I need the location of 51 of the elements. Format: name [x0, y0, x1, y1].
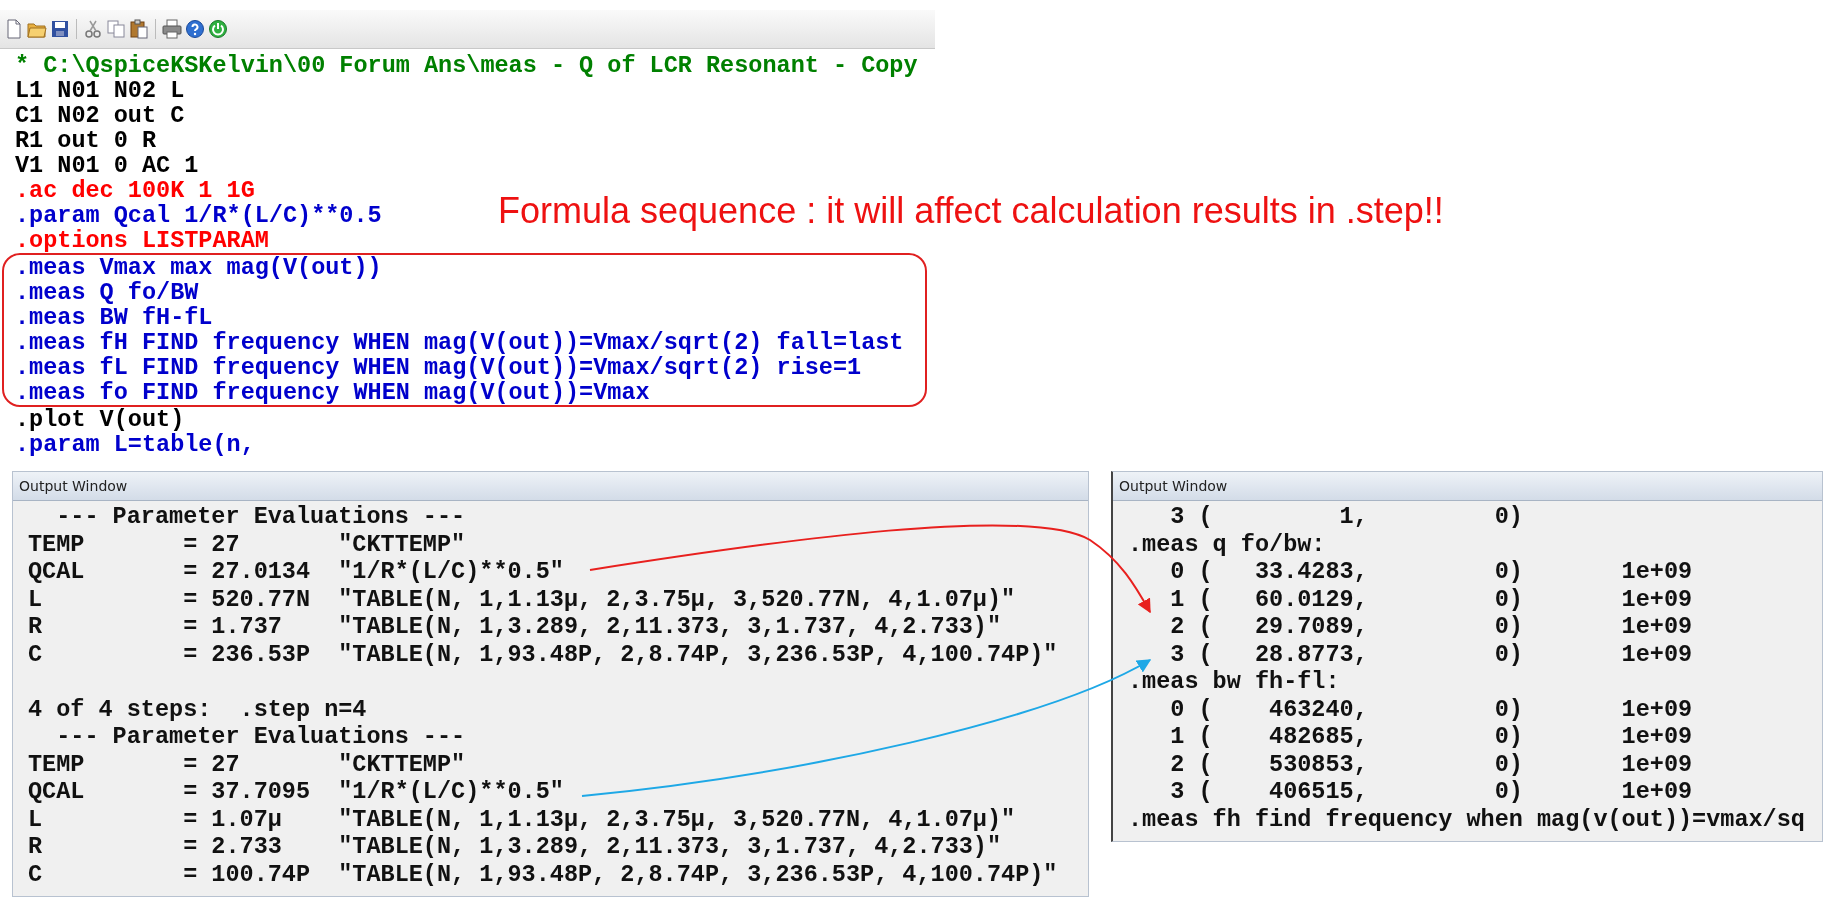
annotation-text: Formula sequence : it will affect calculation results in .step!!: [498, 190, 1444, 232]
code-line: L1 N01 N02 L: [15, 78, 185, 103]
output-line: 0 ( 33.4283, 0) 1e+09: [1169, 558, 1693, 586]
code-line: C1 N02 out C: [15, 103, 185, 128]
output-line: .meas fh find frequency when mag(v(out))=vmax/sq: [1128, 805, 1805, 833]
code-line: .meas Vmax max mag(V(out)): [15, 255, 382, 280]
output-line: R = 2.733 "TABLE(N, 1,3.289, 2,11.373, 3,1.737, 4,2.733)": [28, 833, 1002, 861]
window-title: Output Window: [13, 472, 1088, 501]
output-line: 3 ( 28.8773, 0) 1e+09: [1169, 640, 1693, 668]
output-line: 1 ( 482685, 0) 1e+09: [1169, 723, 1693, 751]
output-line: C = 236.53P "TABLE(N, 1,93.48P, 2,8.74P, 3,236.53P, 4,100.74P)": [28, 640, 1058, 668]
output-line: TEMP = 27 "CKTTEMP": [28, 750, 466, 778]
code-line: .options LISTPARAM: [15, 228, 269, 253]
output-line: C = 100.74P "TABLE(N, 1,93.48P, 2,8.74P, 3,236.53P, 4,100.74P)": [28, 860, 1058, 888]
output-line: QCAL = 27.0134 "1/R*(L/C)**0.5": [28, 558, 564, 586]
output-line: --- Parameter Evaluations ---: [55, 723, 466, 751]
code-line: .meas Q fo/BW: [15, 280, 199, 305]
code-line: * C:\QspiceKSKelvin\00 Forum Ans\meas - Q of LCR Resonant - Copy: [15, 53, 918, 78]
help-icon[interactable]: [185, 19, 205, 39]
output-line: 4 of 4 steps: .step n=4: [28, 695, 367, 723]
output-line: .meas q fo/bw:: [1128, 530, 1326, 558]
output-line: 3 ( 1, 0): [1169, 503, 1523, 531]
code-line: .meas fH FIND frequency WHEN mag(V(out))=Vmax/sqrt(2) fall=last: [15, 330, 904, 355]
copy-icon[interactable]: [106, 19, 126, 39]
output-line: 2 ( 29.7089, 0) 1e+09: [1169, 613, 1693, 641]
clipboard-icon[interactable]: [129, 19, 149, 39]
code-line: R1 out 0 R: [15, 128, 157, 153]
code-line: .meas BW fH-fL: [15, 305, 213, 330]
output-line: 1 ( 60.0129, 0) 1e+09: [1169, 585, 1693, 613]
code-line: .param L=table(n,: [15, 432, 255, 457]
window-title: Output Window: [1113, 472, 1822, 501]
code-line: .meas fL FIND frequency WHEN mag(V(out))=Vmax/sqrt(2) rise=1: [15, 355, 862, 380]
code-line: .ac dec 100K 1 1G: [15, 178, 255, 203]
power-icon[interactable]: [208, 19, 228, 39]
output-line: 2 ( 530853, 0) 1e+09: [1169, 750, 1693, 778]
output-line: R = 1.737 "TABLE(N, 1,3.289, 2,11.373, 3,1.737, 4,2.733)": [28, 613, 1002, 641]
document-icon[interactable]: [4, 19, 24, 39]
code-line: .meas fo FIND frequency WHEN mag(V(out))=Vmax: [15, 380, 650, 405]
output-line: 0 ( 463240, 0) 1e+09: [1169, 695, 1693, 723]
code-line: V1 N01 0 AC 1: [15, 153, 199, 178]
output-line: .meas bw fh-fl:: [1128, 668, 1340, 696]
output-line: QCAL = 37.7095 "1/R*(L/C)**0.5": [28, 778, 564, 806]
code-line: .param Qcal 1/R*(L/C)**0.5: [15, 203, 382, 228]
output-line: L = 1.07µ "TABLE(N, 1,1.13µ, 2,3.75µ, 3,520.77N, 4,1.07µ)": [28, 805, 1016, 833]
scissors-icon[interactable]: [83, 19, 103, 39]
output-line: TEMP = 27 "CKTTEMP": [28, 530, 466, 558]
output-line: L = 520.77N "TABLE(N, 1,1.13µ, 2,3.75µ, 3,520.77N, 4,1.07µ)": [28, 585, 1016, 613]
output-line: --- Parameter Evaluations ---: [55, 503, 466, 531]
code-line: .plot V(out): [15, 407, 185, 432]
printer-icon[interactable]: [162, 19, 182, 39]
output-line: 3 ( 406515, 0) 1e+09: [1169, 778, 1693, 806]
